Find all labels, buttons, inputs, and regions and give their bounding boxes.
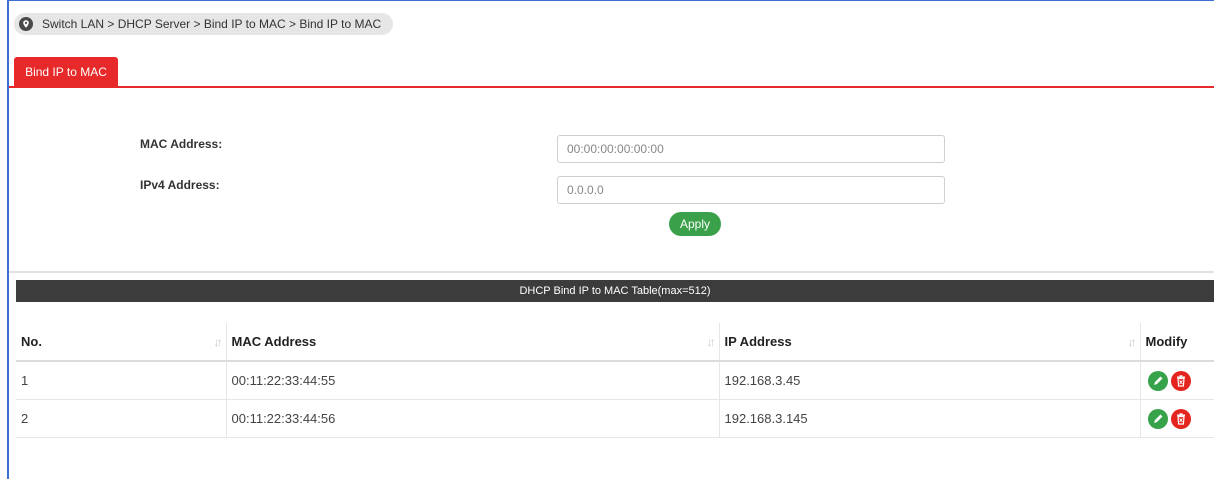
table-row: 2 00:11:22:33:44:56 192.168.3.145	[16, 399, 1214, 438]
cell-modify	[1140, 361, 1214, 400]
window-frame-left	[7, 0, 9, 479]
breadcrumb: Switch LAN > DHCP Server > Bind IP to MA…	[14, 13, 394, 35]
apply-button[interactable]: Apply	[669, 212, 721, 236]
column-header-ip-address[interactable]: IP Address ↓↑	[719, 323, 1141, 362]
location-pin-icon	[19, 17, 33, 31]
edit-icon[interactable]	[1147, 408, 1168, 429]
breadcrumb-text: Switch LAN > DHCP Server > Bind IP to MA…	[42, 17, 382, 31]
tab-underline	[9, 86, 1214, 88]
mac-address-label: MAC Address:	[140, 137, 223, 151]
column-header-modify-label: Modify	[1145, 334, 1188, 349]
cell-mac: 00:11:22:33:44:56	[226, 399, 720, 438]
sort-icon[interactable]: ↓↑	[707, 335, 716, 349]
column-header-mac-label: MAC Address	[231, 334, 317, 349]
table-title: DHCP Bind IP to MAC Table(max=512)	[16, 280, 1214, 302]
sort-icon[interactable]: ↓↑	[1128, 335, 1137, 349]
cell-ip: 192.168.3.145	[719, 399, 1141, 438]
tab-bind-ip-to-mac[interactable]: Bind IP to MAC	[14, 57, 118, 87]
ipv4-address-input[interactable]	[557, 176, 945, 204]
column-header-no-label: No.	[21, 334, 42, 349]
cell-no: 2	[16, 399, 227, 438]
sort-icon[interactable]: ↓↑	[214, 335, 223, 349]
edit-icon[interactable]	[1147, 370, 1168, 391]
cell-modify	[1140, 399, 1214, 438]
column-header-mac-address[interactable]: MAC Address ↓↑	[226, 323, 720, 362]
delete-icon[interactable]	[1170, 370, 1191, 391]
mac-address-input[interactable]	[557, 135, 945, 163]
cell-no: 1	[16, 361, 227, 400]
ipv4-address-label: IPv4 Address:	[140, 178, 220, 192]
table-header-row: No. ↓↑ MAC Address ↓↑ IP Address ↓↑ Modi…	[16, 323, 1214, 362]
column-header-no[interactable]: No. ↓↑	[16, 323, 227, 362]
section-divider	[9, 271, 1214, 273]
table-row: 1 00:11:22:33:44:55 192.168.3.45	[16, 361, 1214, 400]
window-frame-top	[7, 0, 1214, 1]
column-header-modify: Modify	[1140, 323, 1214, 362]
bind-table: No. ↓↑ MAC Address ↓↑ IP Address ↓↑ Modi…	[16, 323, 1214, 438]
delete-icon[interactable]	[1170, 408, 1191, 429]
column-header-ip-label: IP Address	[724, 334, 792, 349]
cell-mac: 00:11:22:33:44:55	[226, 361, 720, 400]
cell-ip: 192.168.3.45	[719, 361, 1141, 400]
